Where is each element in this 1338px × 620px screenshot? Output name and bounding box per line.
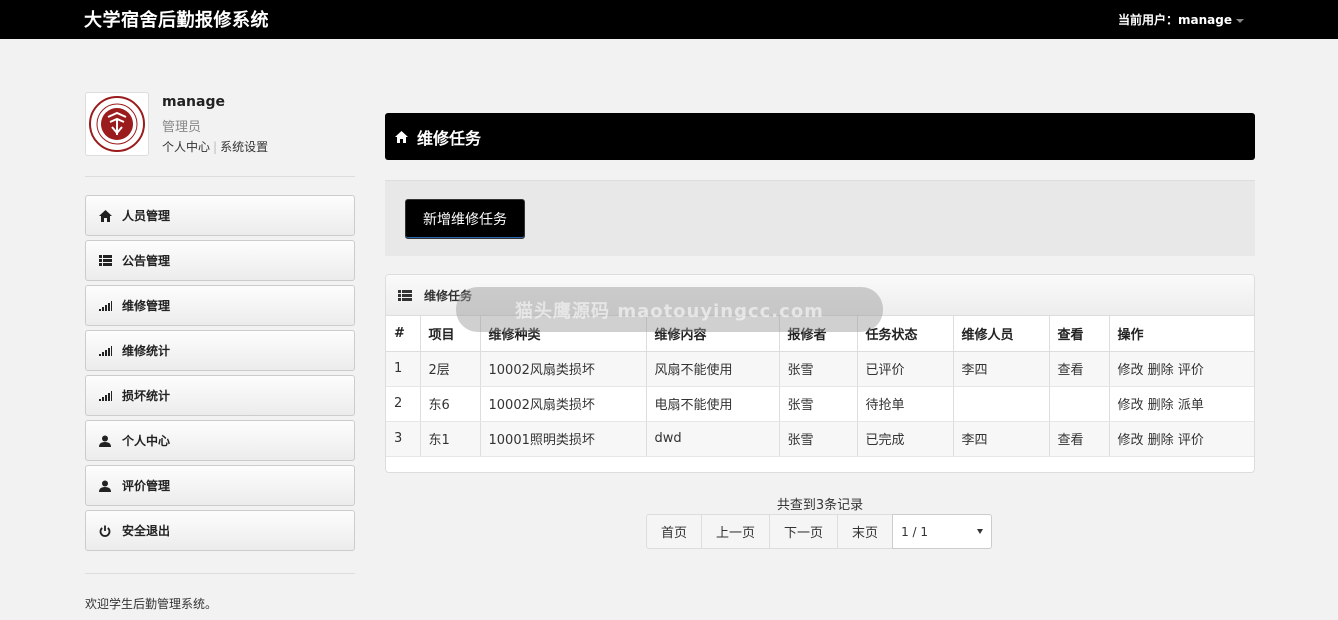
cell-reporter: 张雪 (779, 351, 858, 387)
cell-project: 东6 (420, 386, 481, 422)
sidebar-item-label: 安全退出 (122, 524, 171, 538)
profile-username: manage (162, 94, 225, 110)
avatar (85, 92, 149, 156)
sidebar-item-label: 人员管理 (122, 209, 171, 223)
prev-page-button[interactable]: 上一页 (701, 514, 771, 549)
edit-link[interactable]: 修改 (1118, 433, 1144, 448)
sidebar-item-logout[interactable]: 安全退出 (85, 510, 355, 551)
view-link[interactable]: 查看 (1049, 421, 1110, 457)
sidebar-item-label: 公告管理 (122, 254, 171, 268)
cell-type: 10002风扇类损坏 (480, 351, 647, 387)
profile-center-link[interactable]: 个人中心 (162, 140, 210, 154)
caret-down-icon (1236, 18, 1244, 23)
review-link[interactable]: 评价 (1178, 433, 1204, 448)
user-icon (97, 479, 113, 493)
cell-content: dwd (646, 421, 780, 457)
signal-icon (97, 389, 113, 403)
page-select-value: 1 / 1 (901, 524, 929, 539)
edit-link[interactable]: 修改 (1118, 398, 1144, 413)
delete-link[interactable]: 删除 (1148, 363, 1174, 378)
current-user-dropdown[interactable]: 当前用户：manage (1118, 11, 1244, 28)
pagination: 首页 上一页 下一页 末页 1 / 1 (646, 514, 993, 549)
sidebar-item-maintenance[interactable]: 维修管理 (85, 285, 355, 326)
sidebar-item-announcements[interactable]: 公告管理 (85, 240, 355, 281)
column-header: 维修人员 (953, 316, 1050, 352)
list-icon (398, 289, 412, 301)
cell-worker: 李四 (953, 351, 1050, 387)
system-settings-link[interactable]: 系统设置 (220, 140, 268, 154)
delete-link[interactable]: 删除 (1148, 433, 1174, 448)
first-page-button[interactable]: 首页 (646, 514, 703, 549)
cell-reporter: 张雪 (779, 421, 858, 457)
sidebar-item-label: 个人中心 (122, 434, 171, 448)
page-title: 维修任务 (417, 128, 482, 148)
home-icon (395, 130, 408, 143)
sidebar-item-label: 损坏统计 (122, 389, 171, 403)
column-header: # (386, 316, 421, 352)
last-page-button[interactable]: 末页 (837, 514, 894, 549)
cell-type: 10002风扇类损坏 (480, 386, 647, 422)
view-link[interactable]: 查看 (1049, 351, 1110, 387)
cell-reporter: 张雪 (779, 386, 858, 422)
cell-status: 已评价 (857, 351, 954, 387)
task-table: # 项目 维修种类 维修内容 报修者 任务状态 维修人员 查看 操作 1 2层 … (386, 316, 1254, 457)
cell-content: 风扇不能使用 (646, 351, 780, 387)
sidebar-item-personnel[interactable]: 人员管理 (85, 195, 355, 236)
watermark: 猫头鹰源码 maotouyingcc.com (456, 287, 883, 332)
cell-status: 已完成 (857, 421, 954, 457)
chevron-down-icon (977, 529, 984, 534)
footer-welcome-text: 欢迎学生后勤管理系统。 (85, 597, 218, 611)
app-title: 大学宿舍后勤报修系统 (84, 10, 269, 31)
column-header: 操作 (1109, 316, 1254, 352)
signal-icon (97, 299, 113, 313)
view-link (1049, 386, 1110, 422)
sidebar-item-damage-stats[interactable]: 损坏统计 (85, 375, 355, 416)
university-logo-icon (89, 96, 145, 152)
record-count: 共查到3条记录 (776, 498, 864, 513)
table-row: 1 2层 10002风扇类损坏 风扇不能使用 张雪 已评价 李四 查看 修改 删… (386, 351, 1254, 387)
review-link[interactable]: 评价 (1178, 363, 1204, 378)
divider (85, 573, 355, 574)
sidebar-item-label: 维修管理 (122, 299, 171, 313)
cell-no: 2 (386, 386, 421, 422)
cell-no: 1 (386, 351, 421, 387)
table-row: 3 东1 10001照明类损坏 dwd 张雪 已完成 李四 查看 修改 删除 评… (386, 421, 1254, 457)
cell-actions: 修改 删除 评价 (1109, 421, 1254, 457)
profile-role: 管理员 (162, 120, 202, 135)
cell-actions: 修改 删除 评价 (1109, 351, 1254, 387)
add-maintenance-task-button[interactable]: 新增维修任务 (405, 199, 525, 239)
table-row: 2 东6 10002风扇类损坏 电扇不能使用 张雪 待抢单 修改 删除 派单 (386, 386, 1254, 422)
link-divider: | (213, 140, 218, 154)
user-icon (97, 434, 113, 448)
list-icon (97, 254, 113, 268)
sidebar-item-personal-center[interactable]: 个人中心 (85, 420, 355, 461)
signal-icon (97, 344, 113, 358)
cell-project: 2层 (420, 351, 481, 387)
top-navbar: 大学宿舍后勤报修系统 当前用户：manage (0, 0, 1338, 39)
cell-actions: 修改 删除 派单 (1109, 386, 1254, 422)
home-icon (97, 209, 113, 223)
cell-worker: 李四 (953, 421, 1050, 457)
sidebar-item-label: 维修统计 (122, 344, 171, 358)
edit-link[interactable]: 修改 (1118, 363, 1144, 378)
profile-links: 个人中心 | 系统设置 (162, 138, 268, 155)
cell-type: 10001照明类损坏 (480, 421, 647, 457)
sidebar-item-maintenance-stats[interactable]: 维修统计 (85, 330, 355, 371)
next-page-button[interactable]: 下一页 (769, 514, 839, 549)
column-header: 查看 (1049, 316, 1110, 352)
current-user-label: 当前用户：manage (1118, 13, 1232, 27)
cell-project: 东1 (420, 421, 481, 457)
page-select[interactable]: 1 / 1 (892, 514, 993, 549)
dispatch-link[interactable]: 派单 (1178, 398, 1204, 413)
cell-worker (953, 386, 1050, 422)
page-title-bar: 维修任务 (385, 113, 1255, 160)
cell-content: 电扇不能使用 (646, 386, 780, 422)
divider (85, 176, 355, 177)
sidebar-item-label: 评价管理 (122, 479, 171, 493)
cell-no: 3 (386, 421, 421, 457)
delete-link[interactable]: 删除 (1148, 398, 1174, 413)
action-well: 新增维修任务 (385, 180, 1255, 256)
cell-status: 待抢单 (857, 386, 954, 422)
power-icon (97, 524, 113, 538)
